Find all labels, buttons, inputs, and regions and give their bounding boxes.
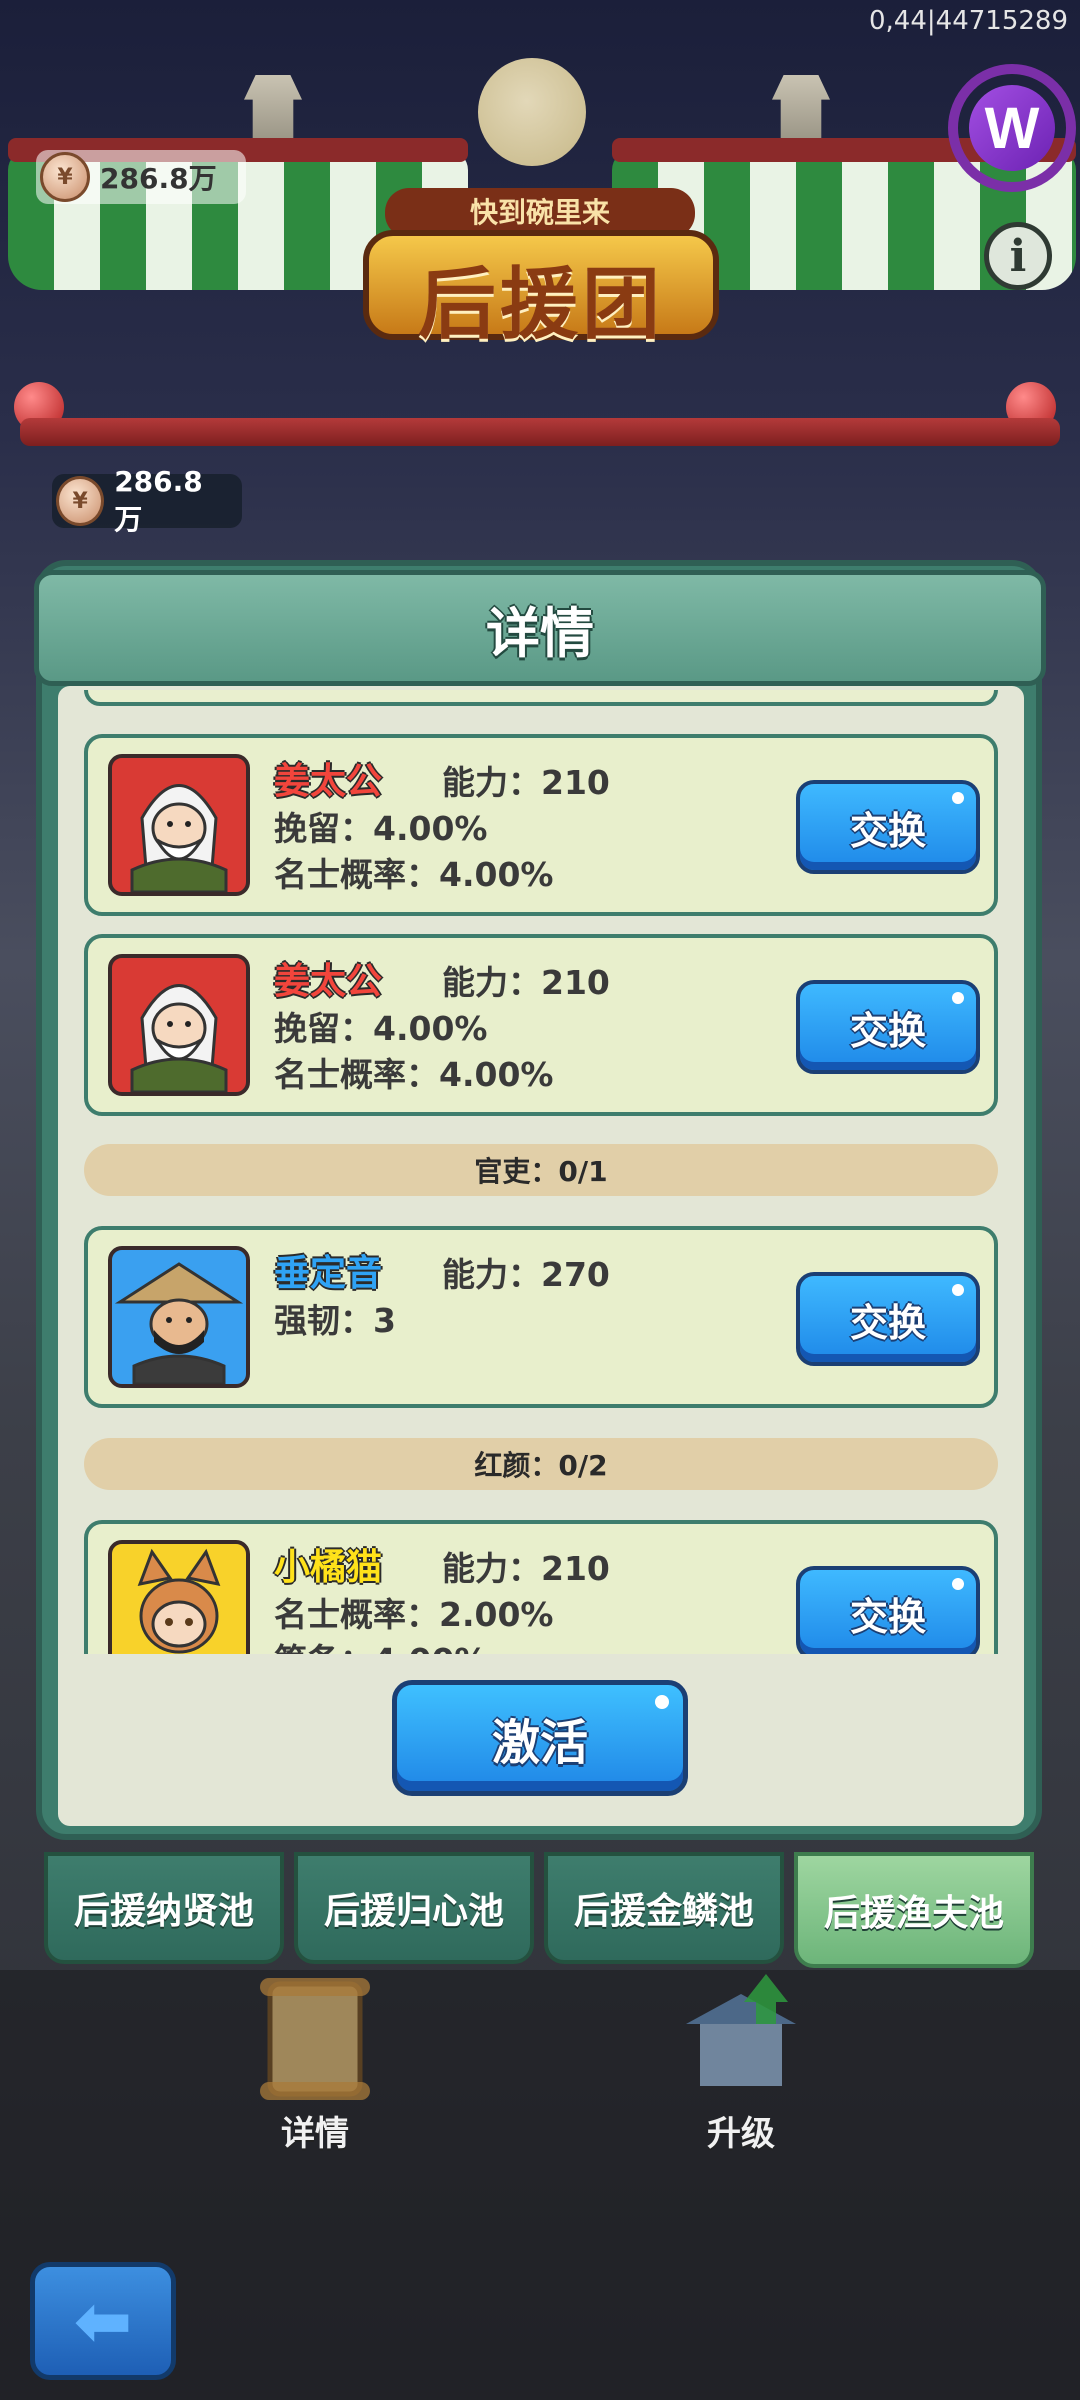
tab-label: 后援纳贤池 bbox=[73, 1891, 254, 1932]
supporter-card: 小橘猫 能力：210 名士概率：2.00% 筹备：4.00% 交换 bbox=[84, 1520, 998, 1654]
stat-line: 名士概率：4.00% bbox=[274, 855, 554, 894]
stat-line: 名士概率：4.00% bbox=[274, 1055, 554, 1094]
ability-value: 能力：210 bbox=[442, 963, 610, 1002]
activate-button[interactable]: 激活 bbox=[392, 1680, 688, 1796]
tab-pool-yufu[interactable]: 后援渔夫池 bbox=[794, 1852, 1034, 1968]
straw-hat-fisherman-icon bbox=[114, 1262, 244, 1384]
character-name: 姜太公 bbox=[274, 761, 383, 802]
debug-overlay-id: 0,44|44715289 bbox=[869, 6, 1068, 36]
swap-button[interactable]: 交换 bbox=[796, 980, 980, 1074]
swap-button[interactable]: 交换 bbox=[796, 1272, 980, 1366]
character-portrait[interactable] bbox=[108, 754, 250, 896]
details-label: 详情 bbox=[281, 2114, 349, 2154]
back-button[interactable]: ⬅ bbox=[30, 2262, 176, 2380]
character-portrait[interactable] bbox=[108, 1540, 250, 1654]
swap-button-label: 交换 bbox=[849, 1594, 926, 1639]
swap-button[interactable]: 交换 bbox=[796, 780, 980, 874]
tab-label: 后援归心池 bbox=[323, 1891, 504, 1932]
character-name: 小橘猫 bbox=[274, 1547, 383, 1588]
character-name: 姜太公 bbox=[274, 961, 383, 1002]
section-header-label: 官吏：0/1 bbox=[474, 1155, 608, 1188]
banner-plate: 后援团 bbox=[363, 230, 719, 350]
event-banner: 快到碗里来 后援团 bbox=[345, 168, 735, 350]
swap-button-label: 交换 bbox=[849, 1300, 926, 1345]
ability-value: 能力：270 bbox=[442, 1255, 610, 1294]
supporter-card: 姜太公 能力：210 挽留：4.00% 名士概率：4.00% 交换 bbox=[84, 734, 998, 916]
swap-button-label: 交换 bbox=[849, 1008, 926, 1053]
activate-button-label: 激活 bbox=[491, 1715, 588, 1771]
stat-line: 强韧：3 bbox=[274, 1301, 396, 1340]
stat-line: 挽留：4.00% bbox=[274, 1009, 488, 1048]
coin-icon: ¥ bbox=[40, 152, 90, 202]
elder-sage-icon bbox=[130, 984, 228, 1092]
tab-pool-nacian[interactable]: 后援纳贤池 bbox=[44, 1852, 284, 1964]
character-portrait[interactable] bbox=[108, 954, 250, 1096]
ability-value: 能力：210 bbox=[442, 1549, 610, 1588]
ability-value: 能力：210 bbox=[442, 763, 610, 802]
supporter-list[interactable]: 姜太公 能力：210 挽留：4.00% 名士概率：4.00% 交换 姜太公 能力… bbox=[58, 690, 1024, 1654]
section-header-beauties: 红颜：0/2 bbox=[84, 1438, 998, 1490]
details-scroll-button[interactable]: 详情 bbox=[240, 1964, 390, 2155]
character-portrait[interactable] bbox=[108, 1246, 250, 1388]
orange-cat-girl-icon bbox=[137, 1548, 221, 1654]
list-item bbox=[84, 690, 998, 706]
moon bbox=[478, 58, 586, 166]
tab-pool-jinlin[interactable]: 后援金鳞池 bbox=[544, 1852, 784, 1964]
pool-tab-bar: 后援纳贤池 后援归心池 后援金鳞池 后援渔夫池 bbox=[44, 1852, 1038, 1968]
coin-icon: ¥ bbox=[56, 476, 105, 526]
building-upgrade-icon bbox=[686, 1974, 796, 2086]
banner-title: 后援团 bbox=[417, 260, 664, 350]
tab-label: 后援金鳞池 bbox=[573, 1891, 754, 1932]
stat-line: 筹备：4.00% bbox=[274, 1634, 488, 1654]
scroll-icon bbox=[260, 1978, 370, 2100]
section-header-label: 红颜：0/2 bbox=[474, 1449, 608, 1482]
tab-label: 后援渔夫池 bbox=[823, 1893, 1004, 1934]
stat-line: 挽留：4.00% bbox=[274, 809, 488, 848]
character-name: 垂定音 bbox=[274, 1253, 383, 1294]
upgrade-button[interactable]: 升级 bbox=[666, 1964, 816, 2155]
elder-sage-icon bbox=[130, 784, 228, 892]
info-button[interactable]: i bbox=[984, 222, 1052, 290]
swap-button[interactable]: 交换 bbox=[796, 1566, 980, 1654]
supporter-card: 垂定音 能力：270 强韧：3 交换 bbox=[84, 1226, 998, 1408]
tab-pool-guixin[interactable]: 后援归心池 bbox=[294, 1852, 534, 1964]
stat-line: 名士概率：2.00% bbox=[274, 1595, 554, 1634]
dialog-header: 详情 bbox=[34, 570, 1046, 686]
currency-display-top: ¥ 286.8万 bbox=[36, 150, 246, 204]
back-arrow-icon: ⬅ bbox=[73, 2280, 133, 2362]
currency-display: ¥ 286.8万 bbox=[52, 465, 242, 536]
supporter-card: 姜太公 能力：210 挽留：4.00% 名士概率：4.00% 交换 bbox=[84, 934, 998, 1116]
w-logo-icon: W bbox=[969, 85, 1055, 171]
railing bbox=[20, 418, 1060, 446]
swap-button-label: 交换 bbox=[849, 808, 926, 853]
dialog-title: 详情 bbox=[486, 601, 594, 665]
currency-value-top: 286.8万 bbox=[100, 162, 217, 195]
section-header-officials: 官吏：0/1 bbox=[84, 1144, 998, 1196]
currency-value: 286.8万 bbox=[114, 464, 203, 536]
upgrade-label: 升级 bbox=[707, 2114, 775, 2154]
w-logo-button[interactable]: W bbox=[948, 64, 1076, 192]
